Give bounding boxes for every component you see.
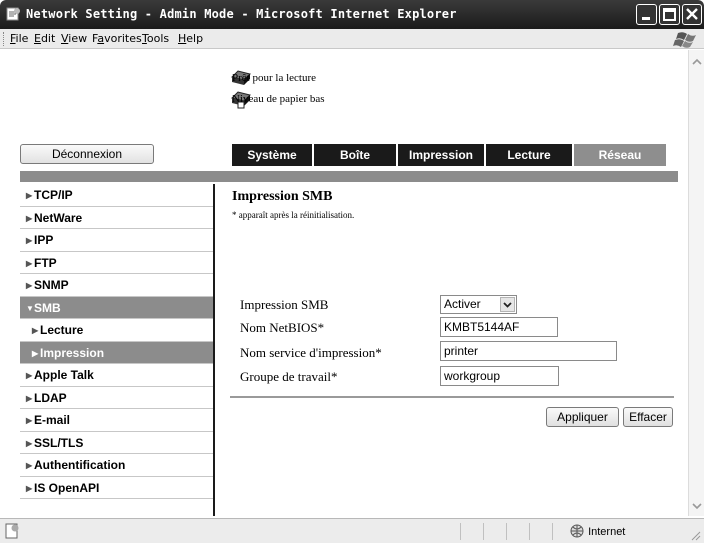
tab-impression[interactable]: Impression: [398, 144, 486, 166]
tab-reseau[interactable]: Réseau: [574, 144, 666, 166]
arrow-down-icon: ▼: [26, 303, 34, 313]
sidebar-item-ipp[interactable]: ▶ IPP: [20, 229, 213, 252]
page-note: * apparaît après la réinitialisation.: [232, 210, 355, 220]
sidebar-item-lecture[interactable]: ▶ Lecture: [20, 319, 213, 342]
menu-favorites[interactable]: Favorites: [92, 32, 142, 45]
sidebar-right-border: [213, 184, 215, 516]
page-title: Impression SMB: [232, 189, 333, 204]
smb-print-label: Impression SMB: [240, 297, 329, 312]
arrow-right-icon: ▶: [32, 348, 39, 358]
arrow-right-icon: ▶: [26, 258, 33, 268]
arrow-right-icon: ▶: [26, 393, 33, 403]
form-divider: [230, 396, 674, 398]
sidebar-item-email[interactable]: ▶ E-mail: [20, 409, 213, 432]
tab-boite[interactable]: Boîte: [314, 144, 398, 166]
arrow-right-icon: ▶: [26, 213, 33, 223]
print-service-label: Nom service d'impression*: [240, 345, 382, 360]
sidebar-item-impression[interactable]: ▶ Impression: [20, 341, 213, 364]
scroll-down-icon[interactable]: [691, 500, 703, 512]
sidebar-item-appletalk[interactable]: ▶ Apple Talk: [20, 364, 213, 387]
sidebar-item-snmp[interactable]: ▶ SNMP: [20, 274, 213, 297]
arrow-right-icon: ▶: [26, 281, 33, 290]
minimize-button[interactable]: [636, 4, 657, 25]
security-zone: Internet: [569, 524, 625, 538]
logout-button[interactable]: Déconnexion: [20, 144, 154, 164]
page-status-icon: [5, 523, 19, 539]
windows-logo-icon: [673, 32, 696, 48]
tab-systeme[interactable]: Système: [232, 144, 314, 166]
arrow-right-icon: ▶: [26, 461, 33, 470]
arrow-right-icon: ▶: [26, 416, 33, 425]
close-button[interactable]: [682, 4, 702, 25]
menu-file[interactable]: File: [10, 32, 28, 45]
title-bar: Network Setting - Admin Mode - Microsoft…: [0, 0, 704, 29]
maximize-button[interactable]: [659, 4, 680, 25]
internet-globe-icon: [570, 524, 584, 538]
menu-bar: File Edit View Favorites Tools Help: [0, 29, 704, 49]
menu-edit[interactable]: Edit: [34, 32, 55, 45]
sidebar-item-ssltls[interactable]: ▶ SSL/TLS: [20, 432, 213, 454]
netbios-label: Nom NetBIOS*: [240, 320, 325, 335]
toolbar-grip: [3, 32, 6, 46]
arrow-right-icon: ▶: [26, 236, 33, 245]
status-paper-low-text: Niveau de papier bas: [232, 93, 325, 105]
sidebar-item-tcpip[interactable]: ▶ TCP/IP: [20, 184, 213, 207]
main-tabs: Système Boîte Impression Lecture Réseau: [232, 144, 666, 166]
zone-label: Internet: [588, 526, 626, 538]
page-viewport: Prêt pour la lecture Niveau de papier ba…: [0, 50, 688, 516]
ie-page-icon: [6, 7, 20, 21]
vertical-scrollbar[interactable]: [688, 50, 704, 516]
menu-help[interactable]: Help: [178, 32, 203, 45]
arrow-right-icon: ▶: [26, 191, 33, 200]
sidebar: ▶ TCP/IP ▶ NetWare ▶ IPP ▶ FTP ▶ SNMP ▼SMB ▶ L…: [20, 184, 213, 499]
smb-print-select[interactable]: Activer: [440, 295, 517, 314]
clear-button[interactable]: Effacer: [623, 407, 673, 427]
status-ready-text: Prêt pour la lecture: [232, 72, 316, 84]
header-divider-bar: [20, 171, 678, 182]
scroll-up-icon[interactable]: [691, 56, 703, 68]
sidebar-item-ftp[interactable]: ▶ FTP: [20, 252, 213, 274]
arrow-right-icon: ▶: [26, 438, 33, 448]
menu-tools[interactable]: Tools: [142, 32, 169, 45]
netbios-field[interactable]: KMBT5144AF: [440, 317, 558, 337]
arrow-right-icon: ▶: [26, 371, 33, 380]
workgroup-field[interactable]: workgroup: [440, 366, 559, 386]
chevron-down-icon: [500, 297, 515, 312]
sidebar-item-ldap[interactable]: ▶ LDAP: [20, 387, 213, 409]
tab-lecture[interactable]: Lecture: [486, 144, 574, 166]
workgroup-label: Groupe de travail*: [240, 369, 338, 384]
arrow-right-icon: ▶: [26, 483, 33, 493]
sidebar-item-authentification[interactable]: ▶ Authentification: [20, 454, 213, 477]
arrow-right-icon: ▶: [32, 326, 39, 335]
sidebar-item-netware[interactable]: ▶ NetWare: [20, 207, 213, 229]
menu-view[interactable]: View: [61, 32, 87, 45]
status-bar: Internet: [0, 518, 704, 543]
resize-grip-icon[interactable]: [689, 529, 701, 541]
sidebar-item-smb[interactable]: ▼SMB: [20, 296, 213, 319]
window-title: Network Setting - Admin Mode - Microsoft…: [26, 7, 457, 21]
sidebar-item-isopenapi[interactable]: ▶ IS OpenAPI: [20, 477, 213, 499]
print-service-field[interactable]: printer: [440, 341, 617, 361]
apply-button[interactable]: Appliquer: [546, 407, 619, 427]
